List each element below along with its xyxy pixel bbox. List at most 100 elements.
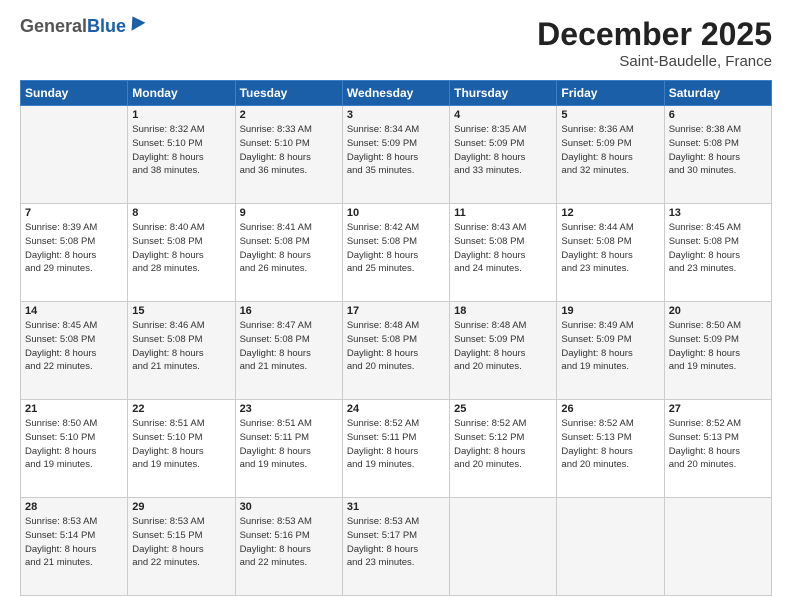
- day-info: Sunrise: 8:45 AMSunset: 5:08 PMDaylight:…: [669, 221, 767, 276]
- day-number: 23: [240, 403, 338, 415]
- location: Saint-Baudelle, France: [537, 53, 772, 70]
- sunset-text: Sunset: 5:10 PM: [132, 431, 230, 445]
- sunset-text: Sunset: 5:13 PM: [669, 431, 767, 445]
- sunset-text: Sunset: 5:12 PM: [454, 431, 552, 445]
- sunset-text: Sunset: 5:09 PM: [561, 333, 659, 347]
- day-number: 31: [347, 501, 445, 513]
- calendar-cell: 4Sunrise: 8:35 AMSunset: 5:09 PMDaylight…: [450, 106, 557, 204]
- day-number: 21: [25, 403, 123, 415]
- day-number: 29: [132, 501, 230, 513]
- daylight-minutes: and 22 minutes.: [240, 556, 338, 570]
- daylight-hours: Daylight: 8 hours: [240, 249, 338, 263]
- sunrise-text: Sunrise: 8:53 AM: [25, 515, 123, 529]
- day-number: 17: [347, 305, 445, 317]
- sunset-text: Sunset: 5:16 PM: [240, 529, 338, 543]
- sunset-text: Sunset: 5:10 PM: [25, 431, 123, 445]
- daylight-minutes: and 19 minutes.: [132, 458, 230, 472]
- daylight-minutes: and 30 minutes.: [669, 164, 767, 178]
- sunset-text: Sunset: 5:13 PM: [561, 431, 659, 445]
- sunrise-text: Sunrise: 8:50 AM: [669, 319, 767, 333]
- sunset-text: Sunset: 5:17 PM: [347, 529, 445, 543]
- daylight-minutes: and 33 minutes.: [454, 164, 552, 178]
- sunset-text: Sunset: 5:08 PM: [454, 235, 552, 249]
- day-number: 15: [132, 305, 230, 317]
- day-number: 12: [561, 207, 659, 219]
- day-info: Sunrise: 8:47 AMSunset: 5:08 PMDaylight:…: [240, 319, 338, 374]
- calendar-cell: 20Sunrise: 8:50 AMSunset: 5:09 PMDayligh…: [664, 302, 771, 400]
- sunrise-text: Sunrise: 8:52 AM: [347, 417, 445, 431]
- calendar-cell: 19Sunrise: 8:49 AMSunset: 5:09 PMDayligh…: [557, 302, 664, 400]
- day-info: Sunrise: 8:48 AMSunset: 5:08 PMDaylight:…: [347, 319, 445, 374]
- daylight-minutes: and 19 minutes.: [561, 360, 659, 374]
- daylight-minutes: and 26 minutes.: [240, 262, 338, 276]
- day-info: Sunrise: 8:52 AMSunset: 5:11 PMDaylight:…: [347, 417, 445, 472]
- calendar-cell: 5Sunrise: 8:36 AMSunset: 5:09 PMDaylight…: [557, 106, 664, 204]
- day-number: 25: [454, 403, 552, 415]
- daylight-minutes: and 29 minutes.: [25, 262, 123, 276]
- daylight-minutes: and 20 minutes.: [669, 458, 767, 472]
- calendar-cell: [664, 498, 771, 596]
- day-number: 5: [561, 109, 659, 121]
- daylight-hours: Daylight: 8 hours: [347, 543, 445, 557]
- daylight-hours: Daylight: 8 hours: [132, 347, 230, 361]
- daylight-minutes: and 21 minutes.: [132, 360, 230, 374]
- calendar-cell: 29 Sunrise: 8:53 AMSunset: 5:15 PMDayligh…: [128, 498, 235, 596]
- sunrise-text: Sunrise: 8:52 AM: [669, 417, 767, 431]
- sunrise-text: Sunrise: 8:53 AM: [240, 515, 338, 529]
- sunset-text: Sunset: 5:08 PM: [669, 235, 767, 249]
- calendar-cell: 1Sunrise: 8:32 AMSunset: 5:10 PMDaylight…: [128, 106, 235, 204]
- day-info: Sunrise: 8:51 AMSunset: 5:11 PMDaylight:…: [240, 417, 338, 472]
- month-title: December 2025: [537, 16, 772, 53]
- daylight-hours: Daylight: 8 hours: [454, 347, 552, 361]
- daylight-minutes: and 28 minutes.: [132, 262, 230, 276]
- sunset-text: Sunset: 5:08 PM: [25, 333, 123, 347]
- calendar-cell: 2Sunrise: 8:33 AMSunset: 5:10 PMDaylight…: [235, 106, 342, 204]
- sunrise-text: Sunrise: 8:48 AM: [454, 319, 552, 333]
- sunset-text: Sunset: 5:08 PM: [347, 333, 445, 347]
- sunset-text: Sunset: 5:08 PM: [347, 235, 445, 249]
- daylight-hours: Daylight: 8 hours: [240, 445, 338, 459]
- sunrise-text: Sunrise: 8:45 AM: [669, 221, 767, 235]
- day-info: Sunrise: 8:43 AMSunset: 5:08 PMDaylight:…: [454, 221, 552, 276]
- daylight-hours: Daylight: 8 hours: [561, 347, 659, 361]
- sunset-text: Sunset: 5:11 PM: [240, 431, 338, 445]
- daylight-minutes: and 20 minutes.: [454, 360, 552, 374]
- daylight-minutes: and 21 minutes.: [25, 556, 123, 570]
- day-info: Sunrise: 8:50 AMSunset: 5:10 PMDaylight:…: [25, 417, 123, 472]
- daylight-minutes: and 20 minutes.: [347, 360, 445, 374]
- daylight-hours: Daylight: 8 hours: [25, 347, 123, 361]
- calendar-cell: 18Sunrise: 8:48 AMSunset: 5:09 PMDayligh…: [450, 302, 557, 400]
- calendar-cell: 10Sunrise: 8:42 AMSunset: 5:08 PMDayligh…: [342, 204, 449, 302]
- col-header-thursday: Thursday: [450, 81, 557, 106]
- sunrise-text: Sunrise: 8:33 AM: [240, 123, 338, 137]
- header: GeneralBlue December 2025 Saint-Baudelle…: [20, 16, 772, 70]
- calendar-cell: 9Sunrise: 8:41 AMSunset: 5:08 PMDaylight…: [235, 204, 342, 302]
- calendar-cell: 23 Sunrise: 8:51 AMSunset: 5:11 PMDayligh…: [235, 400, 342, 498]
- day-info: Sunrise: 8:53 AMSunset: 5:15 PMDaylight:…: [132, 515, 230, 570]
- sunset-text: Sunset: 5:08 PM: [132, 235, 230, 249]
- day-info: Sunrise: 8:48 AMSunset: 5:09 PMDaylight:…: [454, 319, 552, 374]
- sunset-text: Sunset: 5:09 PM: [347, 137, 445, 151]
- sunset-text: Sunset: 5:10 PM: [240, 137, 338, 151]
- daylight-minutes: and 24 minutes.: [454, 262, 552, 276]
- calendar-cell: 24Sunrise: 8:52 AMSunset: 5:11 PMDayligh…: [342, 400, 449, 498]
- daylight-minutes: and 19 minutes.: [669, 360, 767, 374]
- calendar-cell: 8Sunrise: 8:40 AMSunset: 5:08 PMDaylight…: [128, 204, 235, 302]
- sunset-text: Sunset: 5:09 PM: [669, 333, 767, 347]
- daylight-hours: Daylight: 8 hours: [669, 347, 767, 361]
- title-area: December 2025 Saint-Baudelle, France: [537, 16, 772, 70]
- sunset-text: Sunset: 5:08 PM: [25, 235, 123, 249]
- daylight-minutes: and 19 minutes.: [347, 458, 445, 472]
- daylight-hours: Daylight: 8 hours: [669, 151, 767, 165]
- day-number: 9: [240, 207, 338, 219]
- calendar-cell: 25Sunrise: 8:52 AMSunset: 5:12 PMDayligh…: [450, 400, 557, 498]
- sunrise-text: Sunrise: 8:39 AM: [25, 221, 123, 235]
- daylight-hours: Daylight: 8 hours: [132, 151, 230, 165]
- sunset-text: Sunset: 5:09 PM: [454, 333, 552, 347]
- day-info: Sunrise: 8:38 AMSunset: 5:08 PMDaylight:…: [669, 123, 767, 178]
- col-header-friday: Friday: [557, 81, 664, 106]
- day-info: Sunrise: 8:51 AMSunset: 5:10 PMDaylight:…: [132, 417, 230, 472]
- sunrise-text: Sunrise: 8:43 AM: [454, 221, 552, 235]
- sunset-text: Sunset: 5:08 PM: [669, 137, 767, 151]
- day-number: 3: [347, 109, 445, 121]
